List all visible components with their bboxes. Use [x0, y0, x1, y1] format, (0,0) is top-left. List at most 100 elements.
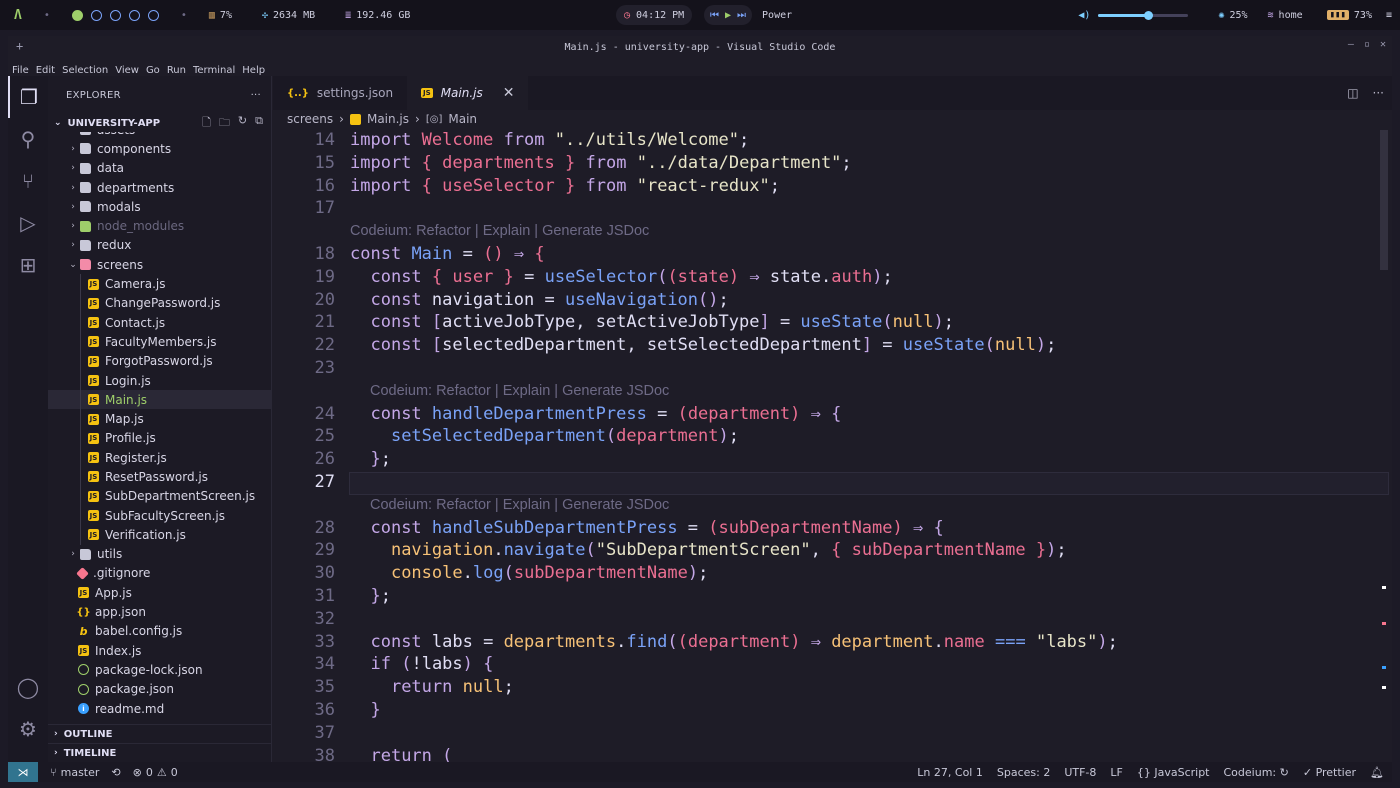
code-line[interactable]: navigation.navigate("SubDepartmentScreen… — [350, 540, 1067, 560]
notifications-icon[interactable]: 🔔︎ — [1370, 766, 1384, 779]
settings-gear-icon[interactable]: ⚙ — [8, 708, 48, 750]
code-editor[interactable]: 14 import Welcome from "../utils/Welcome"… — [273, 130, 1392, 762]
menu-edit[interactable]: Edit — [36, 65, 55, 76]
code-line[interactable]: return ( — [350, 746, 452, 762]
folder-item[interactable]: › redux — [48, 236, 271, 255]
folder-item[interactable]: › node_modules — [48, 216, 271, 235]
code-line[interactable]: import { departments } from "../data/Dep… — [350, 153, 852, 173]
tab-main-js[interactable]: JS Main.js ✕ — [407, 76, 529, 110]
menu-view[interactable]: View — [115, 65, 139, 76]
code-line[interactable]: const handleDepartmentPress = (departmen… — [350, 404, 841, 424]
code-line[interactable]: const [activeJobType, setActiveJobType] … — [350, 312, 954, 332]
more-actions-icon[interactable]: ··· — [251, 90, 261, 101]
file-item[interactable]: JS Register.js — [48, 448, 271, 468]
file-item[interactable]: JS Map.js — [48, 409, 271, 429]
file-item[interactable]: JS ResetPassword.js — [48, 467, 271, 487]
clock-widget[interactable]: ◷ 04:12 PM — [616, 5, 693, 25]
prettier-status[interactable]: ✓ Prettier — [1303, 766, 1356, 779]
file-item[interactable]: JS Contact.js — [48, 312, 271, 333]
volume-slider[interactable] — [1098, 10, 1189, 20]
folder-item[interactable]: ⌄ screens — [48, 255, 271, 274]
code-line[interactable]: const labs = departments.find((departmen… — [350, 632, 1117, 652]
code-line[interactable]: const Main = () ⇒ { — [350, 244, 545, 264]
code-line[interactable]: setSelectedDepartment(department); — [350, 426, 739, 446]
workspace-3[interactable] — [109, 9, 121, 21]
problems-status[interactable]: ⊗ 0 ⚠ 0 — [133, 766, 178, 779]
menu-help[interactable]: Help — [242, 65, 265, 76]
line-ending[interactable]: LF — [1110, 766, 1122, 779]
breadcrumb-file[interactable]: Main.js — [367, 112, 409, 126]
new-folder-icon[interactable]: 🗀 — [219, 114, 230, 133]
extensions-icon[interactable]: ⊞ — [8, 244, 48, 286]
close-tab-icon[interactable]: ✕ — [503, 85, 515, 101]
file-item[interactable]: package.json — [48, 680, 271, 699]
play-icon[interactable]: ▶ — [725, 10, 731, 21]
workspace-5[interactable] — [147, 9, 159, 21]
split-editor-icon[interactable]: ◫ — [1347, 86, 1358, 100]
file-item[interactable]: JS App.js — [48, 583, 271, 602]
editor-scrollbar[interactable] — [1380, 130, 1388, 270]
menu-terminal[interactable]: Terminal — [193, 65, 235, 76]
power-menu-icon[interactable]: ≡ — [1386, 10, 1392, 21]
workspace-1[interactable] — [71, 9, 83, 21]
collapse-all-icon[interactable]: ⧉ — [255, 114, 263, 133]
previous-track-icon[interactable]: ⏮ — [710, 10, 719, 21]
source-control-icon[interactable]: ⑂ — [8, 160, 48, 202]
file-item[interactable]: JS ChangePassword.js — [48, 293, 271, 313]
folder-item[interactable]: › data — [48, 159, 271, 178]
indentation[interactable]: Spaces: 2 — [997, 766, 1050, 779]
file-item[interactable]: JS Index.js — [48, 641, 271, 660]
file-item[interactable]: JS Profile.js — [48, 428, 271, 449]
file-item[interactable]: JS SubFacultyScreen.js — [48, 505, 271, 526]
file-item[interactable]: package-lock.json — [48, 660, 271, 679]
minimize-icon[interactable]: – — [1348, 39, 1354, 50]
explorer-icon[interactable]: ❐ — [8, 76, 48, 118]
folder-item[interactable]: › assets — [48, 132, 271, 139]
tab-settings-json[interactable]: {..} settings.json — [273, 76, 407, 110]
code-line[interactable]: const { user } = useSelector((state) ⇒ s… — [350, 267, 892, 287]
file-item[interactable]: JS SubDepartmentScreen.js — [48, 486, 271, 506]
file-item[interactable]: JS Camera.js — [48, 274, 271, 294]
refresh-icon[interactable]: ↻ — [238, 114, 247, 133]
file-item[interactable]: JS FacultyMembers.js — [48, 332, 271, 352]
volume-widget[interactable]: ◀) — [1078, 10, 1189, 21]
run-debug-icon[interactable]: ▷ — [8, 202, 48, 244]
launcher-button[interactable]: Λ — [6, 4, 30, 26]
file-item[interactable]: .gitignore — [48, 564, 271, 583]
timeline-section[interactable]: › TIMELINE — [48, 743, 271, 762]
new-file-icon[interactable]: 🗋 — [202, 114, 211, 133]
search-icon[interactable]: ⚲ — [8, 118, 48, 160]
code-line[interactable]: const navigation = useNavigation(); — [350, 290, 728, 310]
new-window-icon[interactable]: + — [16, 39, 23, 53]
code-line[interactable]: }; — [350, 449, 391, 469]
file-item[interactable]: JS ForgotPassword.js — [48, 351, 271, 371]
workspace-4[interactable] — [128, 9, 140, 21]
menu-file[interactable]: File — [12, 65, 29, 76]
workspaces[interactable] — [64, 4, 167, 26]
code-line[interactable]: import Welcome from "../utils/Welcome"; — [350, 130, 749, 150]
workspace-2[interactable] — [90, 9, 102, 21]
menu-selection[interactable]: Selection — [62, 65, 108, 76]
code-line[interactable]: const handleSubDepartmentPress = (subDep… — [350, 518, 943, 538]
code-line[interactable]: const [selectedDepartment, setSelectedDe… — [350, 335, 1056, 355]
menu-go[interactable]: Go — [146, 65, 160, 76]
file-item[interactable]: JS Login.js — [48, 370, 271, 391]
code-line[interactable]: return null; — [350, 677, 514, 697]
wifi-widget[interactable]: ≋ home — [1268, 10, 1303, 21]
maximize-icon[interactable]: ▫ — [1364, 39, 1370, 50]
menu-run[interactable]: Run — [167, 65, 186, 76]
sync-status[interactable]: ⟲ — [111, 766, 120, 779]
folder-item[interactable]: › departments — [48, 178, 271, 197]
code-line[interactable]: import { useSelector } from "react-redux… — [350, 176, 780, 196]
folder-item[interactable]: › components — [48, 139, 271, 158]
remote-indicator-icon[interactable]: ⋊ — [8, 762, 38, 782]
code-line[interactable]: console.log(subDepartmentName); — [350, 563, 708, 583]
code-line[interactable]: } — [350, 700, 380, 720]
close-window-icon[interactable]: ✕ — [1380, 39, 1386, 50]
file-item[interactable]: b babel.config.js — [48, 622, 271, 641]
codeium-codelens[interactable]: Codeium: Refactor | Explain | Generate J… — [370, 497, 669, 513]
file-item[interactable]: JS Main.js — [48, 390, 271, 410]
cursor-position[interactable]: Ln 27, Col 1 — [917, 766, 983, 779]
brightness-widget[interactable]: ✺ 25% — [1218, 10, 1247, 21]
codeium-codelens[interactable]: Codeium: Refactor | Explain | Generate J… — [350, 223, 649, 239]
